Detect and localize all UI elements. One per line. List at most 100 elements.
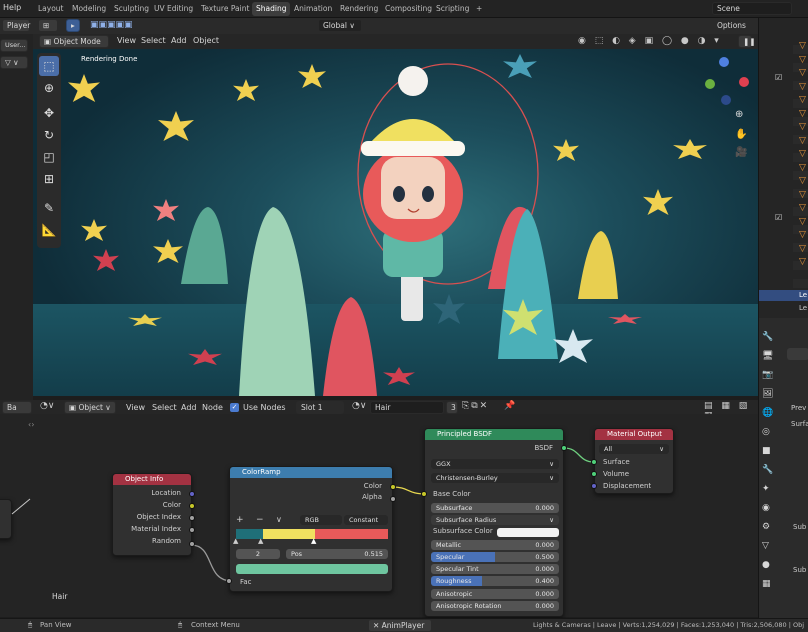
subsurface-radius-dropdown[interactable]: Subsurface Radius ∨ xyxy=(431,515,559,525)
material-users-count[interactable]: 3 xyxy=(446,401,458,414)
help-menu[interactable]: Help xyxy=(3,3,21,12)
select-mode-icons[interactable]: ▣▣▣▣▣ xyxy=(90,20,133,30)
gizmo-y-icon[interactable] xyxy=(705,79,715,89)
zoom-icon[interactable]: ⊕ xyxy=(735,109,743,120)
select-tool-icon[interactable]: ▸ xyxy=(66,19,80,32)
anim-player-button[interactable]: ✕ AnimPlayer xyxy=(368,619,432,632)
subsurface-method-dropdown[interactable]: Christensen-Burley ∨ xyxy=(431,473,559,483)
add-menu[interactable]: Add xyxy=(171,36,187,45)
shader-type-icon[interactable]: ◔∨ xyxy=(40,401,54,411)
visibility-checkbox[interactable]: ☑ xyxy=(775,73,782,82)
node-add-menu[interactable]: Add xyxy=(181,403,197,412)
socket-random[interactable] xyxy=(189,541,195,547)
socket-volume-in[interactable] xyxy=(591,471,597,477)
3d-viewport[interactable]: Rendering Done ⊕ ✋ 🎥 xyxy=(33,49,758,396)
roughness-slider[interactable]: Roughness 0.400 xyxy=(431,576,559,586)
tab-shading[interactable]: Shading xyxy=(252,2,291,16)
outliner-item-le-2[interactable]: Le xyxy=(799,304,807,312)
visibility-checkbox[interactable]: ☑ xyxy=(775,213,782,222)
node-editor[interactable]: ‹› Object Info Location Color Object Ind… xyxy=(0,414,758,617)
select-menu[interactable]: Select xyxy=(141,36,166,45)
move-icon[interactable]: ✥ xyxy=(39,103,59,123)
gizmo-neg-z-icon[interactable] xyxy=(721,95,731,105)
options-dropdown[interactable]: Options xyxy=(712,19,752,32)
stop-handle-selected[interactable]: ▲ xyxy=(311,537,316,545)
outliner-item-le[interactable]: Le xyxy=(799,291,807,299)
material-output-node[interactable]: Material Output All ∨ Surface Volume Disp… xyxy=(594,428,674,494)
tab-rendering[interactable]: Rendering xyxy=(336,2,382,16)
preview-panel[interactable]: Prev xyxy=(791,404,806,412)
node-select-menu[interactable]: Select xyxy=(152,403,177,412)
material-action-icons[interactable]: ⎘⧉✕ xyxy=(462,401,489,411)
principled-bsdf-node[interactable]: Principled BSDF BSDF GGX ∨ Christensen-Bu… xyxy=(424,428,564,617)
scale-icon[interactable]: ◰ xyxy=(39,147,59,167)
anisotropic-rotation-field[interactable]: Anisotropic Rotation 0.000 xyxy=(431,601,559,611)
distribution-dropdown[interactable]: GGX ∨ xyxy=(431,459,559,469)
remove-stop-button[interactable]: − xyxy=(256,515,264,525)
measure-icon[interactable]: 📐 xyxy=(39,220,59,240)
user-button[interactable]: User... xyxy=(0,39,28,52)
socket-fac-in[interactable] xyxy=(226,578,232,584)
stop-handle[interactable]: ▲ xyxy=(258,537,263,545)
ramp-menu-icon[interactable]: ∨ xyxy=(276,515,282,524)
properties-tab-icons[interactable]: 🔧 🖥 📷 🖼 🌐 ◎ ■ 🔧 ✦ ◉ ⚙ ▽ ● ▦ xyxy=(762,328,773,594)
tab-scripting[interactable]: Scripting xyxy=(432,2,473,16)
scene-selector[interactable]: Scene xyxy=(712,2,792,15)
view-menu[interactable]: View xyxy=(117,36,136,45)
add-workspace-button[interactable]: + xyxy=(472,2,486,16)
socket-alpha-out[interactable] xyxy=(390,496,396,502)
camera-icon[interactable]: 🎥 xyxy=(735,147,747,158)
color-mode-dropdown[interactable]: RGB xyxy=(300,515,342,525)
mode-dropdown[interactable]: ▣ Object Mode xyxy=(39,35,109,48)
filter-icon[interactable]: ▽ ∨ xyxy=(0,56,28,69)
specular-slider[interactable]: Specular 0.500 xyxy=(431,552,559,562)
slot-dropdown[interactable]: Slot 1 xyxy=(296,401,344,414)
pin-icon[interactable]: 📌 xyxy=(504,401,515,411)
transform-icon[interactable]: ⊞ xyxy=(39,169,59,189)
stop-position-field[interactable]: Pos 0.515 xyxy=(286,549,388,559)
tab-modeling[interactable]: Modeling xyxy=(68,2,110,16)
socket-displacement-in[interactable] xyxy=(591,483,597,489)
player-button[interactable]: Player xyxy=(2,19,30,32)
tab-animation[interactable]: Animation xyxy=(290,2,336,16)
subsurface-field[interactable]: Subsurface 0.000 xyxy=(431,503,559,513)
cursor-icon[interactable]: ⊕ xyxy=(39,78,59,98)
socket-color-out[interactable] xyxy=(390,484,396,490)
material-browse-icon[interactable]: ◔∨ xyxy=(352,401,366,411)
material-name-field[interactable]: Hair xyxy=(370,401,444,414)
editor-type-icon[interactable]: ⊞ xyxy=(38,19,58,32)
material-slot[interactable] xyxy=(787,348,808,360)
rotate-icon[interactable]: ↻ xyxy=(39,125,59,145)
socket-bsdf-out[interactable] xyxy=(561,445,567,451)
colorramp-node[interactable]: ColorRamp Color Alpha + − ∨ RGB Constant… xyxy=(229,466,393,592)
node-node-menu[interactable]: Node xyxy=(202,403,223,412)
add-stop-button[interactable]: + xyxy=(236,515,244,525)
anisotropic-field[interactable]: Anisotropic 0.000 xyxy=(431,589,559,599)
interpolation-dropdown[interactable]: Constant xyxy=(344,515,388,525)
tab-layout[interactable]: Layout xyxy=(34,2,68,16)
stop-index-field[interactable]: 2 xyxy=(236,549,280,559)
socket-color[interactable] xyxy=(189,503,195,509)
tab-uv-editing[interactable]: UV Editing xyxy=(150,2,197,16)
shader-object-dropdown[interactable]: ▣ Object ∨ xyxy=(64,401,116,414)
node-view-menu[interactable]: View xyxy=(126,403,145,412)
select-box-icon[interactable]: ⬚ xyxy=(39,56,59,76)
socket-object-index[interactable] xyxy=(189,515,195,521)
annotate-icon[interactable]: ✎ xyxy=(39,198,59,218)
subsurface-color-swatch[interactable] xyxy=(497,528,559,537)
socket-material-index[interactable] xyxy=(189,527,195,533)
socket-location[interactable] xyxy=(189,491,195,497)
metallic-field[interactable]: Metallic 0.000 xyxy=(431,540,559,550)
pan-hand-icon[interactable]: ✋ xyxy=(735,129,747,140)
target-dropdown[interactable]: All ∨ xyxy=(599,444,669,454)
surface-panel[interactable]: Surfa xyxy=(791,420,808,428)
tab-compositing[interactable]: Compositing xyxy=(381,2,436,16)
socket-surface-in[interactable] xyxy=(591,459,597,465)
gizmo-z-icon[interactable] xyxy=(719,57,729,67)
viewport-shading-icons[interactable]: ◉ ⬚ ◐ ◈ ▣ ◯ ● ◑ ▾ xyxy=(578,36,722,46)
use-nodes-checkbox[interactable]: ✓ xyxy=(230,403,239,412)
tab-texture-paint[interactable]: Texture Paint xyxy=(197,2,253,16)
socket-base-color-in[interactable] xyxy=(421,491,427,497)
transform-orientation-dropdown[interactable]: Global ∨ xyxy=(318,19,362,32)
pause-icon[interactable]: ❚❚ xyxy=(738,35,756,48)
